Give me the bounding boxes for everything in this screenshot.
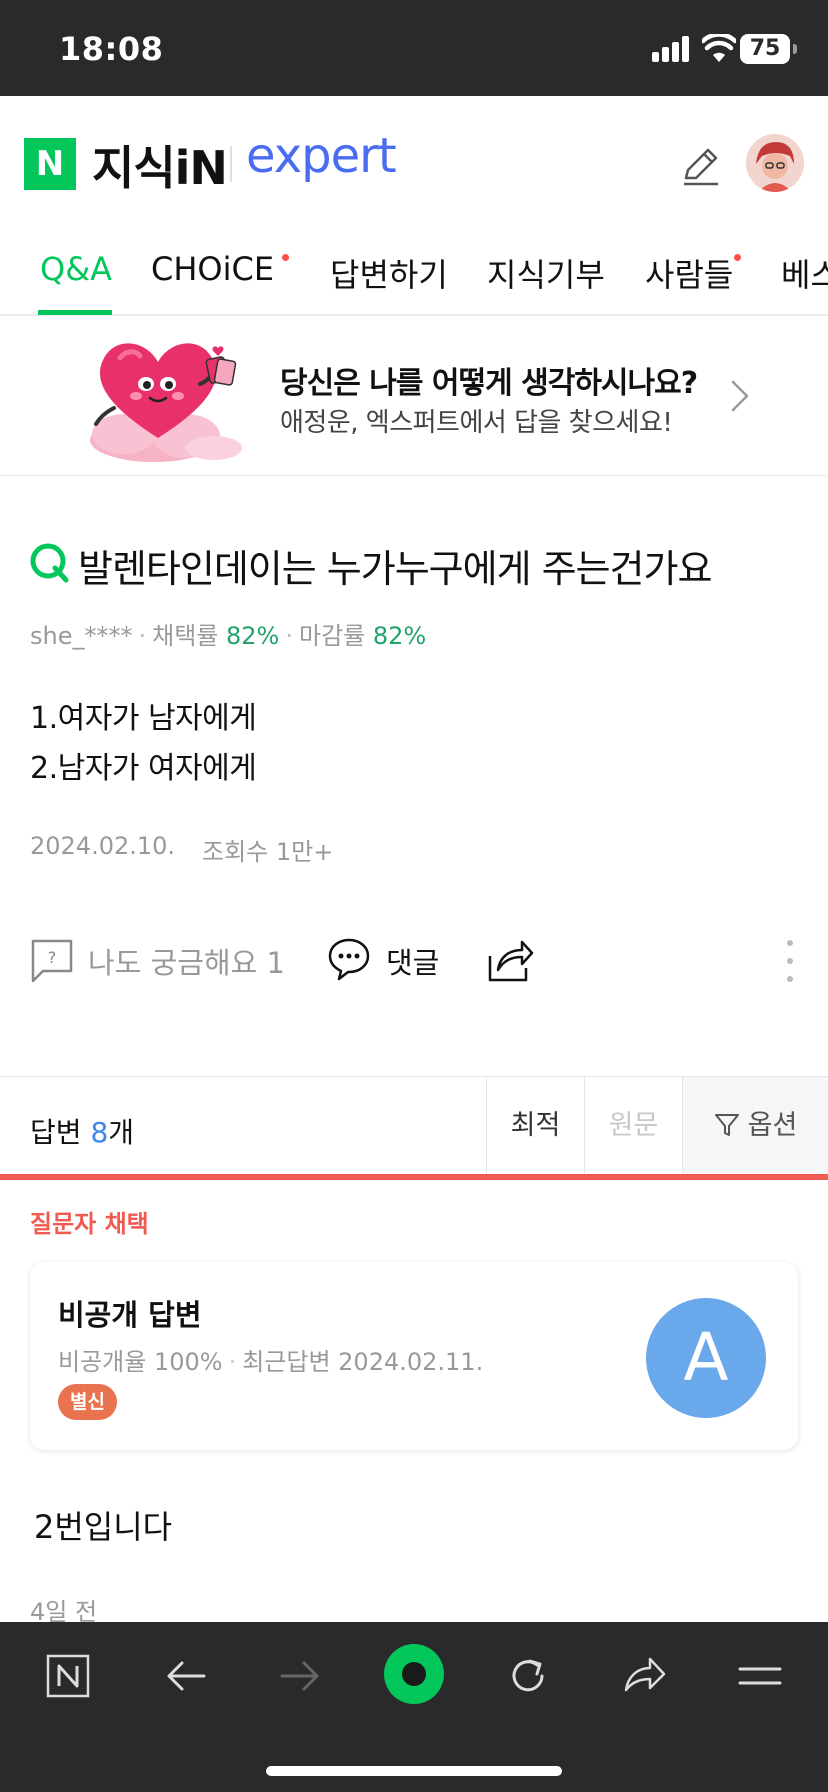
close-label: 마감률 xyxy=(299,622,366,650)
app-header: N 지식iN expert xyxy=(0,96,828,226)
forward-arrow-icon[interactable] xyxy=(274,1650,326,1702)
cellular-signal-icon xyxy=(652,36,692,62)
chevron-right-icon xyxy=(731,380,749,412)
tab-people-new-dot xyxy=(734,254,741,261)
promo-banner[interactable]: 당신은 나를 어떻게 생각하시나요? 애정운, 엑스퍼트에서 답을 찾으세요! xyxy=(0,318,828,476)
banner-subtitle: 애정운, 엑스퍼트에서 답을 찾으세요! xyxy=(280,408,673,438)
answerer-card[interactable]: 비공개 답변 비공개율 100% · 최근답변 2024.02.11. 별신 A xyxy=(30,1262,798,1450)
tab-people[interactable]: 사람들 xyxy=(645,250,733,296)
banner-title: 당신은 나를 어떻게 생각하시나요? xyxy=(280,366,698,401)
answer-count: 답변 8개 xyxy=(30,1111,134,1151)
heart-character-illustration xyxy=(90,343,242,462)
tab-best[interactable]: 베스 xyxy=(781,250,828,296)
pen-icon[interactable] xyxy=(678,142,724,188)
brand-name[interactable]: 지식iN xyxy=(92,132,228,198)
adopt-label: 채택률 xyxy=(152,622,219,650)
tab-choice[interactable]: CHOiCE xyxy=(151,250,274,288)
close-rate: 82% xyxy=(372,622,427,650)
answerer-name: 비공개 답변 xyxy=(58,1298,202,1332)
question-body-line: 1.여자가 남자에게 xyxy=(30,701,257,736)
question-q-icon xyxy=(30,543,69,583)
options-button[interactable]: 옵션 xyxy=(682,1077,828,1175)
options-label: 옵션 xyxy=(747,1110,798,1141)
category-tabs: Q&A CHOiCE 답변하기 지식기부 사람들 베스 xyxy=(0,226,828,316)
accepted-divider xyxy=(0,1174,828,1180)
sort-original-button[interactable]: 원문 xyxy=(584,1077,682,1175)
private-rate: 비공개율 100% xyxy=(58,1348,223,1376)
tab-donate[interactable]: 지식기부 xyxy=(487,250,605,296)
wifi-icon xyxy=(702,34,736,62)
naver-logo[interactable]: N xyxy=(24,138,76,190)
more-options-icon[interactable] xyxy=(786,940,794,982)
filter-icon xyxy=(714,1114,739,1136)
svg-text:?: ? xyxy=(48,948,57,967)
page: 18:08 75 N 지식iN expert Q&A CHOiCE 답변하기 지… xyxy=(0,0,828,1792)
tab-qa[interactable]: Q&A xyxy=(40,250,112,288)
adopt-rate: 82% xyxy=(226,622,280,650)
user-avatar-illustration xyxy=(746,134,804,192)
expert-logo[interactable]: expert xyxy=(246,128,397,184)
user-avatar[interactable] xyxy=(746,134,804,192)
question-meta: she_**** · 채택률 82% · 마감률 82% xyxy=(30,622,427,650)
question-title: 발렌타인데이는 누가누구에게 주는건가요 xyxy=(78,547,712,591)
back-arrow-icon[interactable] xyxy=(160,1650,212,1702)
answer-text: 2번입니다 xyxy=(34,1508,173,1546)
rank-badge: 별신 xyxy=(58,1384,117,1420)
answerer-avatar[interactable]: A xyxy=(646,1298,766,1418)
question-body: 1.여자가 남자에게 2.남자가 여자에게 xyxy=(30,694,257,794)
question-author[interactable]: she_**** xyxy=(30,622,132,650)
question-bubble-icon[interactable]: ? xyxy=(30,938,74,984)
comment-icon[interactable] xyxy=(326,936,372,982)
recent-answer: 최근답변 2024.02.11. xyxy=(242,1348,484,1376)
status-time: 18:08 xyxy=(59,30,164,68)
curious-button[interactable]: 나도 궁금해요 1 xyxy=(88,940,285,982)
status-bar: 18:08 75 xyxy=(0,0,828,96)
tab-answer[interactable]: 답변하기 xyxy=(330,250,448,296)
sort-best-button[interactable]: 최적 xyxy=(486,1077,584,1175)
answer-toolbar: 답변 8개 최적 원문 옵션 xyxy=(0,1076,828,1175)
brand-divider xyxy=(230,146,232,182)
reload-icon[interactable] xyxy=(502,1650,554,1702)
answer-count-unit: 개 xyxy=(108,1116,135,1149)
menu-icon[interactable] xyxy=(734,1650,786,1702)
answerer-meta: 비공개율 100% · 최근답변 2024.02.11. xyxy=(58,1348,484,1376)
comment-button[interactable]: 댓글 xyxy=(386,940,439,982)
naver-n-icon[interactable] xyxy=(42,1650,94,1702)
green-dot-home-button[interactable] xyxy=(384,1644,444,1704)
accepted-label: 질문자 채택 xyxy=(30,1210,149,1238)
home-indicator[interactable] xyxy=(266,1766,562,1776)
tab-choice-new-dot xyxy=(282,254,289,261)
share-forward-icon[interactable] xyxy=(618,1650,670,1702)
question-date: 2024.02.10. xyxy=(30,832,176,860)
battery-indicator: 75 xyxy=(740,34,797,64)
answer-count-label: 답변 xyxy=(30,1116,82,1149)
question-views: 조회수 1만+ xyxy=(202,838,334,866)
answer-count-number: 8 xyxy=(90,1116,109,1149)
active-tab-indicator xyxy=(38,310,112,315)
question-body-line: 2.남자가 여자에게 xyxy=(30,751,257,786)
share-icon[interactable] xyxy=(486,936,534,984)
